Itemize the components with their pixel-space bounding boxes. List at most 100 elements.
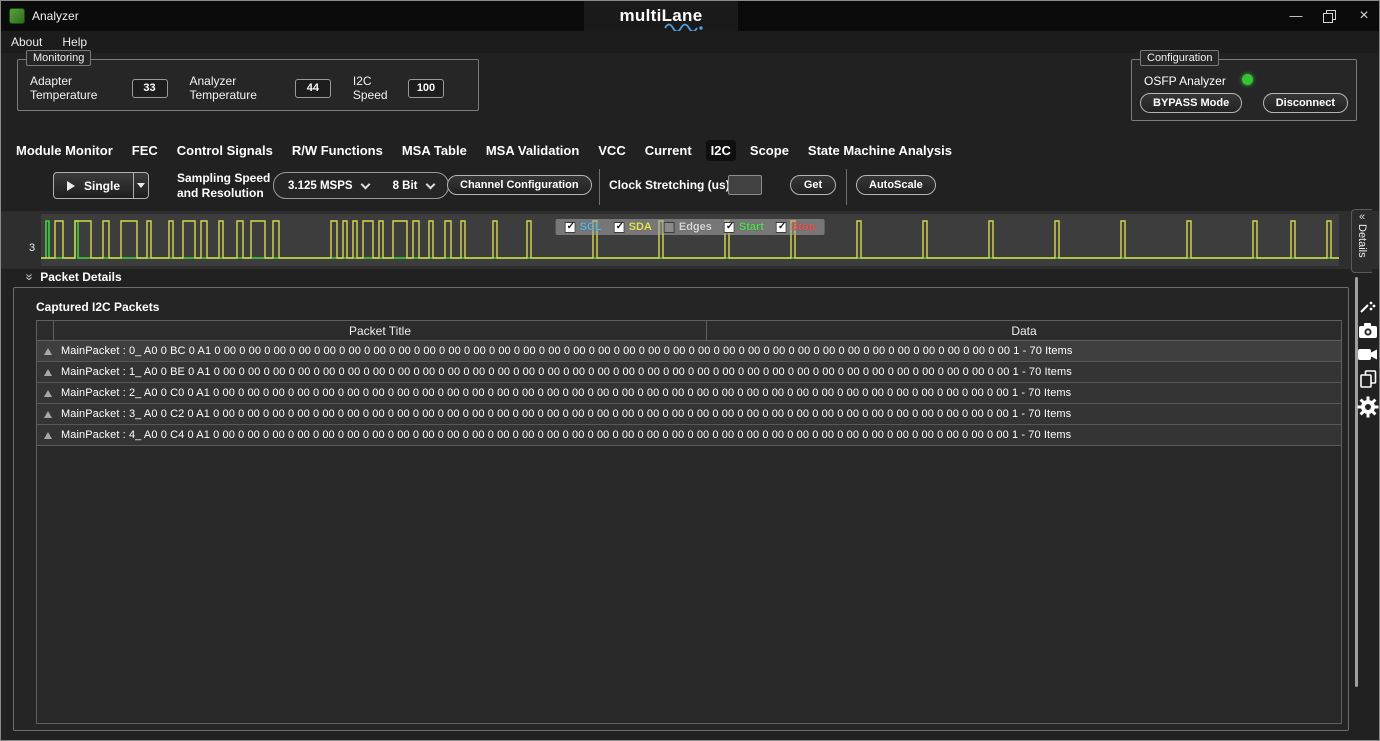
configuration-group-title: Configuration xyxy=(1140,50,1219,66)
packet-row-text: MainPacket : 2_ A0 0 C0 0 A1 0 00 0 00 0… xyxy=(61,387,1071,399)
connection-status-dot xyxy=(1242,74,1253,85)
video-camera-icon[interactable] xyxy=(1358,347,1378,362)
sampling-label: Sampling Speed and Resolution xyxy=(177,171,270,201)
adapter-temperature-input[interactable] xyxy=(132,79,168,98)
annotate-icon[interactable] xyxy=(1359,299,1377,314)
legend-checkbox-sda[interactable] xyxy=(614,222,625,233)
close-icon[interactable]: × xyxy=(1357,9,1371,23)
tab-scope[interactable]: Scope xyxy=(745,140,794,161)
run-single-button[interactable]: Single xyxy=(53,172,149,199)
toolbar-separator xyxy=(599,169,600,205)
speed-select[interactable]: 3.125 MSPS xyxy=(288,180,369,192)
packet-row-text: MainPacket : 3_ A0 0 C2 0 A1 0 00 0 00 0… xyxy=(61,408,1071,420)
tab-state-machine-analysis[interactable]: State Machine Analysis xyxy=(803,140,957,161)
monitoring-group-title: Monitoring xyxy=(26,50,91,66)
camera-icon[interactable] xyxy=(1358,322,1378,339)
row-expander-icon[interactable] xyxy=(44,432,52,439)
tab-control-signals[interactable]: Control Signals xyxy=(172,140,278,161)
analyzer-temperature-input[interactable] xyxy=(295,79,331,98)
tab-i2c[interactable]: I2C xyxy=(706,140,736,161)
packet-rows: MainPacket : 0_ A0 0 BC 0 A1 0 00 0 00 0… xyxy=(37,341,1341,446)
title-bar: Analyzer multiLane — × xyxy=(1,1,1379,31)
collapse-chevrons-icon[interactable]: « xyxy=(23,273,35,280)
packet-row-text: MainPacket : 1_ A0 0 BE 0 A1 0 00 0 00 0… xyxy=(61,366,1072,378)
analyzer-temperature-label: Analyzer Temperature xyxy=(190,74,287,102)
restore-icon[interactable] xyxy=(1323,10,1337,22)
legend-checkbox-edges[interactable] xyxy=(664,222,675,233)
packet-row[interactable]: MainPacket : 0_ A0 0 BC 0 A1 0 00 0 00 0… xyxy=(37,341,1341,362)
gear-icon[interactable] xyxy=(1357,396,1379,418)
side-icon-rail xyxy=(1355,299,1380,418)
device-label: OSFP Analyzer xyxy=(1144,74,1226,88)
chevron-down-icon xyxy=(360,179,370,189)
legend-item-scl[interactable]: SCL xyxy=(565,221,602,233)
details-panel-tab[interactable]: « Details xyxy=(1351,209,1372,273)
sampling-dropdown-group: 3.125 MSPS 8 Bit xyxy=(273,172,449,199)
tab-r-w-functions[interactable]: R/W Functions xyxy=(287,140,388,161)
autoscale-button[interactable]: AutoScale xyxy=(856,175,936,195)
legend-item-sda[interactable]: SDA xyxy=(614,221,652,233)
copy-icon[interactable] xyxy=(1360,370,1377,388)
get-button[interactable]: Get xyxy=(790,175,836,195)
legend-checkbox-stop[interactable] xyxy=(776,222,787,233)
resolution-select[interactable]: 8 Bit xyxy=(393,180,434,192)
expand-panel-icon[interactable]: « xyxy=(1359,211,1365,223)
packet-row[interactable]: MainPacket : 1_ A0 0 BE 0 A1 0 00 0 00 0… xyxy=(37,362,1341,383)
legend-label-stop: Stop xyxy=(791,221,815,233)
chevron-down-icon xyxy=(425,179,435,189)
configuration-group: Configuration OSFP Analyzer BYPASS Mode … xyxy=(1131,59,1357,121)
monitoring-fields: Adapter Temperature Analyzer Temperature I… xyxy=(18,60,478,110)
adapter-temperature-label: Adapter Temperature xyxy=(30,74,124,102)
tab-module-monitor[interactable]: Module Monitor xyxy=(11,140,118,161)
packet-title-column-header[interactable]: Packet Title xyxy=(54,321,707,340)
tab-vcc[interactable]: VCC xyxy=(593,140,630,161)
clock-stretching-input[interactable] xyxy=(728,175,762,195)
i2c-speed-input[interactable] xyxy=(408,79,444,98)
packet-details-group: Captured I2C Packets Packet Title Data M… xyxy=(13,287,1349,731)
minimize-icon[interactable]: — xyxy=(1289,9,1303,23)
menu-help[interactable]: Help xyxy=(62,35,87,49)
packet-row[interactable]: MainPacket : 2_ A0 0 C0 0 A1 0 00 0 00 0… xyxy=(37,383,1341,404)
tab-msa-validation[interactable]: MSA Validation xyxy=(481,140,584,161)
legend-label-edges: Edges xyxy=(679,221,712,233)
packet-row-text: MainPacket : 4_ A0 0 C4 0 A1 0 00 0 00 0… xyxy=(61,429,1071,441)
play-icon xyxy=(67,181,75,191)
captured-packets-label: Captured I2C Packets xyxy=(36,300,159,314)
expander-column-header[interactable] xyxy=(37,321,54,340)
packet-row[interactable]: MainPacket : 3_ A0 0 C2 0 A1 0 00 0 00 0… xyxy=(37,404,1341,425)
disconnect-button[interactable]: Disconnect xyxy=(1263,93,1348,113)
tab-current[interactable]: Current xyxy=(640,140,697,161)
packet-table-header: Packet Title Data xyxy=(37,321,1341,341)
legend-checkbox-scl[interactable] xyxy=(565,222,576,233)
legend-label-scl: SCL xyxy=(580,221,602,233)
legend-item-start[interactable]: Start xyxy=(724,221,764,233)
legend-label-sda: SDA xyxy=(629,221,652,233)
i2c-speed-label: I2C Speed xyxy=(353,74,400,102)
toolbar-separator xyxy=(846,169,847,205)
waveform-band: 3 SCL SDA Edges Start Stop xyxy=(1,211,1380,269)
tab-msa-table[interactable]: MSA Table xyxy=(397,140,472,161)
legend-item-stop[interactable]: Stop xyxy=(776,221,815,233)
waveform-legend: SCL SDA Edges Start Stop xyxy=(556,219,825,235)
packet-table: Packet Title Data MainPacket : 0_ A0 0 B… xyxy=(36,320,1342,724)
waveform-channel-label: 3 xyxy=(29,242,35,254)
packet-details-header[interactable]: « Packet Details xyxy=(25,270,122,284)
channel-configuration-button[interactable]: Channel Configuration xyxy=(447,175,592,195)
legend-checkbox-start[interactable] xyxy=(724,222,735,233)
menu-about[interactable]: About xyxy=(11,35,42,49)
row-expander-icon[interactable] xyxy=(44,411,52,418)
waveform-plot[interactable]: SCL SDA Edges Start Stop xyxy=(41,214,1339,266)
row-expander-icon[interactable] xyxy=(44,348,52,355)
packet-row[interactable]: MainPacket : 4_ A0 0 C4 0 A1 0 00 0 00 0… xyxy=(37,425,1341,446)
data-column-header[interactable]: Data xyxy=(707,321,1341,340)
legend-label-start: Start xyxy=(739,221,764,233)
brand-logo: multiLane xyxy=(584,1,738,31)
bypass-mode-button[interactable]: BYPASS Mode xyxy=(1140,93,1242,113)
row-expander-icon[interactable] xyxy=(44,390,52,397)
tab-fec[interactable]: FEC xyxy=(127,140,163,161)
legend-item-edges[interactable]: Edges xyxy=(664,221,712,233)
caret-down-icon xyxy=(137,183,145,188)
analyzer-window: Analyzer multiLane — × About Help Monito… xyxy=(0,0,1380,741)
row-expander-icon[interactable] xyxy=(44,369,52,376)
run-mode-dropdown[interactable] xyxy=(133,173,148,198)
